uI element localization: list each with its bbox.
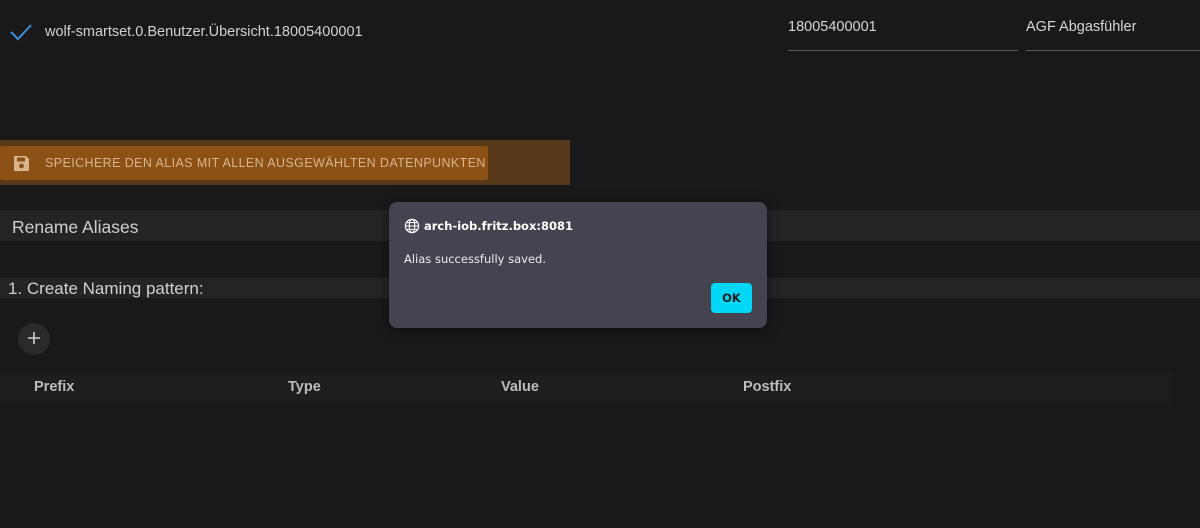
rename-section-title: Rename Aliases — [12, 217, 139, 237]
column-header-prefix: Prefix — [34, 379, 75, 395]
alert-dialog: arch-iob.fritz.box:8081 Alias successful… — [389, 202, 767, 328]
column-header-type: Type — [288, 379, 321, 395]
save-icon — [13, 155, 30, 172]
column-header-value: Value — [501, 379, 539, 395]
pattern-table-header: Prefix Type Value Postfix — [0, 372, 1172, 402]
plus-icon — [27, 331, 41, 348]
alias-name-input[interactable] — [1026, 19, 1200, 35]
globe-icon — [404, 218, 420, 234]
save-alias-label: SPEICHERE DEN ALIAS MIT ALLEN AUSGEWÄHLT… — [45, 156, 486, 170]
save-alias-button[interactable]: SPEICHERE DEN ALIAS MIT ALLEN AUSGEWÄHLT… — [0, 146, 488, 180]
save-toolbar: SPEICHERE DEN ALIAS MIT ALLEN AUSGEWÄHLT… — [0, 140, 570, 185]
add-pattern-button[interactable] — [18, 323, 50, 355]
datapoint-path: wolf-smartset.0.Benutzer.Übersicht.18005… — [45, 24, 363, 40]
datapoint-row: wolf-smartset.0.Benutzer.Übersicht.18005… — [0, 0, 1200, 60]
alias-id-field[interactable] — [788, 18, 1018, 51]
column-header-postfix: Postfix — [743, 379, 792, 395]
naming-pattern-title: 1. Create Naming pattern: — [8, 279, 204, 298]
dialog-origin: arch-iob.fritz.box:8081 — [424, 219, 573, 233]
check-icon[interactable] — [9, 22, 33, 42]
dialog-message: Alias successfully saved. — [404, 252, 546, 266]
ok-button[interactable]: OK — [711, 283, 752, 313]
alias-id-input[interactable] — [788, 19, 1018, 35]
alias-name-field[interactable] — [1026, 18, 1200, 51]
